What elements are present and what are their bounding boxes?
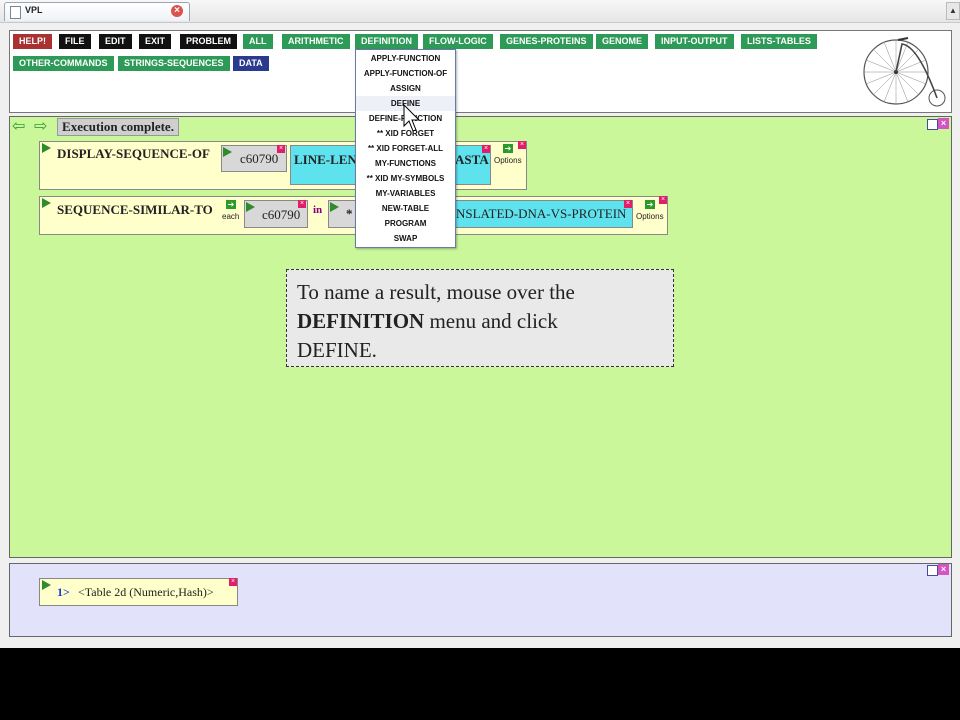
lists-tables-menu-button[interactable]: LISTS-TABLES — [741, 34, 817, 49]
menu-item-xid-forget-all[interactable]: ** XID FORGET-ALL — [356, 141, 455, 156]
tab-close-icon[interactable]: × — [171, 5, 183, 17]
all-menu-button[interactable]: ALL — [243, 34, 273, 49]
result-index: 1> — [57, 585, 70, 599]
workspace-close-icon[interactable]: × — [938, 118, 949, 129]
menu-item-my-variables[interactable]: MY-VARIABLES — [356, 186, 455, 201]
function-name-label: SEQUENCE-SIMILAR-TO — [57, 202, 213, 217]
block-remove-icon[interactable]: × — [659, 196, 667, 204]
instruction-tooltip: To name a result, mouse over the DEFINIT… — [286, 269, 674, 367]
help-button[interactable]: HELP! — [13, 34, 52, 49]
menu-item-new-table[interactable]: NEW-TABLE — [356, 201, 455, 216]
options-label[interactable]: Options — [494, 156, 522, 165]
each-label[interactable]: each — [222, 212, 239, 221]
options-label[interactable]: Options — [636, 212, 664, 221]
menu-item-swap[interactable]: SWAP — [356, 231, 455, 246]
workspace-minimize-icon[interactable] — [927, 119, 938, 130]
menu-item-apply-function[interactable]: APPLY-FUNCTION — [356, 51, 455, 66]
result-value: <Table 2d (Numeric,Hash)> — [78, 585, 214, 599]
document-icon — [10, 6, 21, 19]
instruction-line-3: DEFINE. — [297, 338, 377, 362]
definition-menu-button[interactable]: DEFINITION — [355, 34, 418, 49]
strings-sequences-menu-button[interactable]: STRINGS-SEQUENCES — [118, 56, 230, 71]
result-flag-icon[interactable] — [42, 580, 51, 590]
in-label: in — [313, 204, 323, 216]
menu-item-program[interactable]: PROGRAM — [356, 216, 455, 231]
run-flag-icon[interactable] — [42, 143, 51, 153]
argument-value: c60790 — [240, 151, 279, 166]
browser-tab[interactable]: VPL × — [4, 2, 190, 21]
results-close-icon[interactable]: × — [938, 564, 949, 575]
menu-item-my-functions[interactable]: MY-FUNCTIONS — [356, 156, 455, 171]
nested-function-label-tail: ASTA — [455, 152, 489, 167]
menu-item-xid-my-symbols[interactable]: ** XID MY-SYMBOLS — [356, 171, 455, 186]
data-menu-button[interactable]: DATA — [233, 56, 269, 71]
instruction-line-1: To name a result, mouse over the — [297, 280, 575, 304]
exit-menu-button[interactable]: EXIT — [139, 34, 172, 49]
nested-function-label-tail: NSLATED-DNA-VS-PROTEIN — [456, 206, 627, 221]
nested-function-label: LINE-LEN — [294, 152, 357, 167]
other-commands-menu-button[interactable]: OTHER-COMMANDS — [13, 56, 114, 71]
menu-item-apply-function-of[interactable]: APPLY-FUNCTION-OF — [356, 66, 455, 81]
menu-item-assign[interactable]: ASSIGN — [356, 81, 455, 96]
function-name-label: DISPLAY-SEQUENCE-OF — [57, 146, 210, 161]
penny-farthing-bicycle-icon — [863, 37, 946, 107]
results-minimize-icon[interactable] — [927, 565, 938, 576]
input-output-menu-button[interactable]: INPUT-OUTPUT — [655, 34, 734, 49]
options-icon[interactable]: ➔ — [645, 200, 655, 209]
edit-menu-button[interactable]: EDIT — [99, 34, 132, 49]
block-remove-icon[interactable]: × — [518, 141, 526, 149]
arg-flag-icon[interactable] — [223, 147, 232, 157]
options-icon[interactable]: ➔ — [503, 144, 513, 153]
arg-flag-icon[interactable] — [246, 202, 255, 212]
instruction-bold-term: DEFINITION — [297, 309, 425, 333]
argument-prefix: * — [346, 206, 353, 221]
file-menu-button[interactable]: FILE — [59, 34, 91, 49]
back-arrow-icon[interactable]: ⇦ — [12, 119, 25, 135]
instruction-text: To name a result, mouse over the DEFINIT… — [297, 278, 657, 365]
scroll-up-button[interactable]: ▲ — [946, 2, 960, 20]
run-flag-icon[interactable] — [42, 198, 51, 208]
problem-menu-button[interactable]: PROBLEM — [180, 34, 237, 49]
each-icon[interactable]: ➔ — [226, 200, 236, 209]
genes-proteins-menu-button[interactable]: GENES-PROTEINS — [500, 34, 593, 49]
definition-dropdown-menu: APPLY-FUNCTION APPLY-FUNCTION-OF ASSIGN … — [355, 49, 456, 248]
nested-remove-icon[interactable]: × — [624, 200, 632, 208]
nested-remove-icon[interactable]: × — [482, 145, 490, 153]
instruction-line-2: menu and click — [424, 309, 558, 333]
flow-logic-menu-button[interactable]: FLOW-LOGIC — [423, 34, 493, 49]
genome-menu-button[interactable]: GENOME — [596, 34, 649, 49]
execution-status: Execution complete. — [57, 118, 179, 136]
arithmetic-menu-button[interactable]: ARITHMETIC — [282, 34, 350, 49]
forward-arrow-icon[interactable]: ⇨ — [34, 119, 47, 135]
arg-flag-icon[interactable] — [330, 202, 339, 212]
mouse-cursor-icon — [403, 104, 421, 132]
result-remove-icon[interactable]: × — [229, 578, 237, 586]
tab-title: VPL — [25, 5, 43, 15]
argument-value: c60790 — [262, 207, 301, 222]
